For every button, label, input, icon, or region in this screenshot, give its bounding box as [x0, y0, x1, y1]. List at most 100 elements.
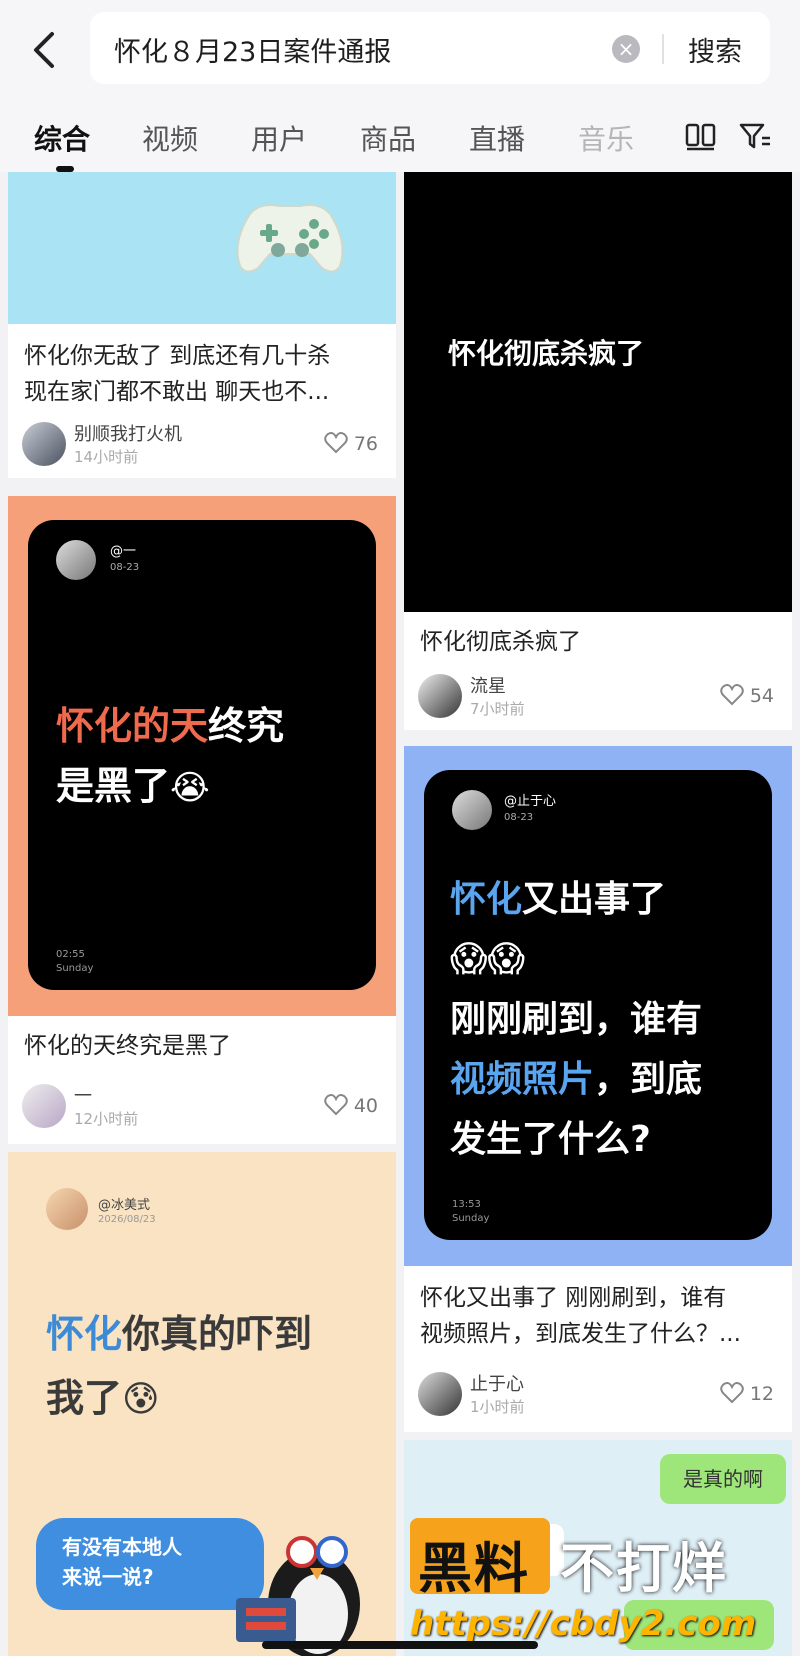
- poster-line: 怀化又出事了: [450, 870, 702, 930]
- like-count[interactable]: 54: [720, 684, 774, 707]
- tab-users[interactable]: 用户: [251, 118, 307, 158]
- highlight-text: 怀化: [450, 879, 523, 920]
- result-card[interactable]: @一 08-23 怀化的天终究 是黑了😭 02:55 Sunday 怀化的天终究是…: [8, 496, 396, 1144]
- poster: @止于心 08-23 怀化又出事了 😱😱 刚刚刷到，谁有 视频照片，到底 发生了…: [424, 770, 772, 1240]
- poster-line: 发生了什么?: [450, 1110, 702, 1170]
- post-time: 7小时前: [470, 700, 525, 718]
- tab-live[interactable]: 直播: [469, 118, 525, 158]
- poster-line: 是黑了😭: [56, 756, 284, 818]
- poster-text: 怀化的天终究 是黑了😭: [56, 696, 284, 818]
- tab-general[interactable]: 综合: [34, 118, 90, 158]
- poster-handle: @止于心: [504, 794, 557, 809]
- clock-text: 13:53: [452, 1199, 481, 1210]
- poster: @一 08-23 怀化的天终究 是黑了😭 02:55 Sunday: [28, 520, 376, 990]
- clock-text: 02:55: [56, 949, 85, 960]
- poster-text: 怀化又出事了 😱😱 刚刚刷到，谁有 视频照片，到底 发生了什么?: [450, 870, 702, 1170]
- author-name[interactable]: 一: [74, 1082, 92, 1108]
- result-card[interactable]: 怀化彻底杀疯了 怀化彻底杀疯了 流星 7小时前 54: [404, 172, 792, 730]
- card-title-line: 怀化又出事了 刚刚刷到，谁有: [420, 1285, 727, 1311]
- like-number: 12: [749, 1383, 774, 1405]
- poster-avatar: [46, 1188, 88, 1230]
- card-title-line: 现在家门都不敢出 聊天也不...: [24, 379, 330, 405]
- result-card[interactable]: 怀化你无敌了 到底还有几十杀 现在家门都不敢出 聊天也不... 别顺我打火机 1…: [8, 172, 396, 478]
- poster-avatar: [56, 540, 96, 580]
- highlight-text: 怀化的天: [56, 704, 209, 748]
- poster-line-text: 我了: [46, 1376, 123, 1420]
- post-time: 1小时前: [470, 1398, 525, 1416]
- chat-bubble: 是真的啊: [660, 1454, 786, 1504]
- poster-line-text: 发生了什么?: [450, 1119, 651, 1160]
- result-card[interactable]: @冰美式 2026/08/23 怀化你真的吓到 我了😰 有没有本地人 来说一说?: [8, 1152, 396, 1656]
- poster-clock: 13:53 Sunday: [452, 1198, 489, 1226]
- poster-line-text: 终究: [208, 704, 285, 748]
- speech-bubble: 有没有本地人 来说一说?: [36, 1518, 264, 1610]
- highlight-text: 怀化: [46, 1312, 123, 1356]
- poster-avatar: [452, 790, 492, 830]
- search-box[interactable]: 怀化８月23日案件通报 × 搜索: [90, 12, 770, 84]
- poster-line: 刚刚刷到，谁有: [450, 990, 702, 1050]
- author-name[interactable]: 流星: [470, 672, 506, 698]
- poster-date: 2026/08/23: [98, 1214, 156, 1225]
- author-name[interactable]: 止于心: [470, 1370, 524, 1396]
- card-image: @一 08-23 怀化的天终究 是黑了😭 02:55 Sunday: [8, 496, 396, 1016]
- card-title-line: 怀化你无敌了 到底还有几十杀: [24, 343, 331, 369]
- watermark-text: 黑料: [418, 1537, 530, 1600]
- avatar[interactable]: [22, 422, 66, 466]
- poster-line-text: 又出事了: [522, 879, 667, 920]
- top-bar: 怀化８月23日案件通报 × 搜索 综合 视频 用户 商品 直播 音乐: [0, 0, 800, 172]
- like-count[interactable]: 12: [720, 1382, 774, 1405]
- scream-emoji-icon: 😱😱: [450, 939, 526, 980]
- avatar[interactable]: [418, 1372, 462, 1416]
- watermark: 黑料 不打烊 https://cbdy2.com: [410, 1512, 770, 1656]
- clear-icon[interactable]: ×: [612, 35, 640, 63]
- avatar[interactable]: [22, 1084, 66, 1128]
- tab-video[interactable]: 视频: [142, 118, 198, 158]
- gamepad-icon: [236, 204, 344, 273]
- heart-icon: [720, 684, 744, 706]
- poster-line-text: 你真的吓到: [122, 1312, 313, 1356]
- heart-icon: [324, 432, 348, 454]
- search-input[interactable]: 怀化８月23日案件通报: [114, 30, 391, 69]
- filter-icon[interactable]: [738, 120, 772, 152]
- divider: [662, 34, 664, 64]
- poster-handle: @一: [110, 544, 137, 559]
- watermark-url: https://cbdy2.com: [410, 1604, 757, 1644]
- card-title: 怀化你无敌了 到底还有几十杀 现在家门都不敢出 聊天也不...: [24, 338, 330, 410]
- post-time: 14小时前: [74, 448, 139, 466]
- card-image: 怀化彻底杀疯了: [404, 172, 792, 612]
- card-title: 怀化又出事了 刚刚刷到，谁有 视频照片，到底发生了什么？...: [420, 1280, 741, 1352]
- poster-line: 我了😰: [46, 1366, 312, 1432]
- search-button[interactable]: 搜索: [688, 30, 742, 69]
- card-title-line: 视频照片，到底发生了什么？...: [420, 1321, 741, 1347]
- card-title: 怀化彻底杀疯了: [420, 629, 581, 655]
- layout-toggle-icon[interactable]: [684, 120, 718, 152]
- crying-emoji-icon: 😭: [170, 768, 210, 808]
- author-name[interactable]: 别顺我打火机: [74, 420, 182, 446]
- home-indicator[interactable]: [262, 1641, 538, 1649]
- penguin-icon: [236, 1536, 360, 1656]
- tab-music[interactable]: 音乐: [578, 118, 634, 158]
- like-count[interactable]: 40: [324, 1094, 378, 1117]
- poster-date: 08-23: [504, 812, 534, 823]
- poster-line-text: 刚刚刷到，谁有: [450, 999, 703, 1040]
- poster-line-text: 是黑了: [56, 764, 171, 808]
- like-number: 76: [353, 433, 378, 455]
- day-text: Sunday: [452, 1213, 490, 1224]
- image-caption: 怀化彻底杀疯了: [448, 337, 645, 370]
- poster-text: 怀化你真的吓到 我了😰: [46, 1302, 312, 1432]
- result-card[interactable]: @止于心 08-23 怀化又出事了 😱😱 刚刚刷到，谁有 视频照片，到底 发生了…: [404, 746, 792, 1432]
- back-arrow-icon[interactable]: [26, 28, 66, 72]
- like-count[interactable]: 76: [324, 432, 378, 455]
- poster-handle: @冰美式: [98, 1198, 151, 1213]
- poster-line: 视频照片，到底: [450, 1050, 702, 1110]
- card-image: @止于心 08-23 怀化又出事了 😱😱 刚刚刷到，谁有 视频照片，到底 发生了…: [404, 746, 792, 1266]
- like-number: 54: [749, 685, 774, 707]
- poster-line: 怀化的天终究: [56, 696, 284, 756]
- tab-bar: 综合 视频 用户 商品 直播 音乐: [0, 110, 800, 172]
- card-title: 怀化的天终究是黑了: [24, 1033, 231, 1059]
- avatar[interactable]: [418, 674, 462, 718]
- poster-line: 😱😱: [450, 930, 702, 990]
- like-number: 40: [353, 1095, 378, 1117]
- poster-line-text: ，到底: [594, 1059, 703, 1100]
- tab-products[interactable]: 商品: [360, 118, 416, 158]
